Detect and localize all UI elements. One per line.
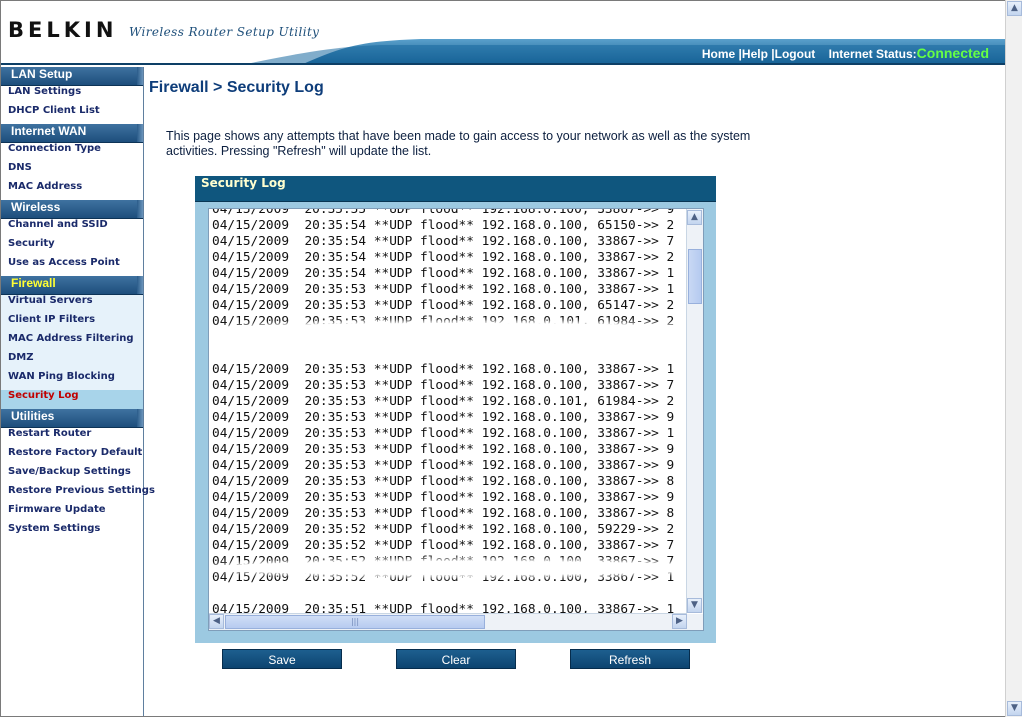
sidebar-item-dmz[interactable]: DMZ <box>1 352 143 371</box>
sidebar-item-client-ip-filters[interactable]: Client IP Filters <box>1 314 143 333</box>
grip-icon: ||| <box>350 617 360 626</box>
vertical-scroll-thumb[interactable] <box>688 249 702 304</box>
sidebar-item-connection-type[interactable]: Connection Type <box>1 143 143 162</box>
window-scroll-down-icon[interactable]: ▼ <box>1007 701 1022 716</box>
header-links: Home |Help |Logout Internet Status:Conne… <box>702 45 989 61</box>
sidebar-item-wan-ping-blocking[interactable]: WAN Ping Blocking <box>1 371 143 390</box>
scroll-up-arrow-icon[interactable]: ▲ <box>687 210 702 225</box>
log-line: 04/15/2009 20:35:54 **UDP flood** 192.16… <box>212 250 675 265</box>
sidebar-section-utilities[interactable]: Utilities <box>1 409 143 428</box>
security-log-panel: Security Log 04/15/2009 20:35:55 **UDP f… <box>195 176 716 643</box>
log-line: 04/15/2009 20:35:53 **UDP flood** 192.16… <box>212 442 675 457</box>
window-scrollbar[interactable]: ▲ ▼ <box>1005 0 1022 717</box>
link-separator: | <box>767 47 775 61</box>
log-line: 04/15/2009 20:35:55 **UDP flood** 192.16… <box>212 208 675 217</box>
sidebar-item-mac-address-filtering[interactable]: MAC Address Filtering <box>1 333 143 352</box>
refresh-button[interactable]: Refresh <box>570 649 690 669</box>
sidebar-item-access-point[interactable]: Use as Access Point <box>1 257 143 276</box>
sidebar-item-save-backup-settings[interactable]: Save/Backup Settings <box>1 466 143 485</box>
sidebar-item-lan-settings[interactable]: LAN Settings <box>1 86 143 105</box>
log-line: 04/15/2009 20:35:53 **UDP flood** 192.16… <box>212 490 675 505</box>
torn-edge <box>209 323 703 337</box>
sidebar-nav: LAN Setup LAN Settings DHCP Client List … <box>1 67 155 716</box>
log-line: 04/15/2009 20:35:53 **UDP flood** 192.16… <box>212 378 675 393</box>
log-line: 04/15/2009 20:35:53 **UDP flood** 192.16… <box>212 298 675 313</box>
log-line: 04/15/2009 20:35:53 **UDP flood** 192.16… <box>212 458 675 473</box>
clear-button[interactable]: Clear <box>396 649 516 669</box>
log-line: 04/15/2009 20:35:53 **UDP flood** 192.16… <box>212 362 675 377</box>
scrollbar-corner <box>687 614 703 630</box>
sidebar-item-restart-router[interactable]: Restart Router <box>1 428 143 447</box>
log-line: 04/15/2009 20:35:54 **UDP flood** 192.16… <box>212 266 675 281</box>
sidebar-item-restore-previous-settings[interactable]: Restore Previous Settings <box>1 485 155 504</box>
vertical-scrollbar[interactable]: ▲ ▼ <box>686 209 703 613</box>
sidebar-section-wireless[interactable]: Wireless <box>1 200 143 219</box>
log-line: 04/15/2009 20:35:53 **UDP flood** 192.16… <box>212 474 675 489</box>
help-link[interactable]: Help <box>742 47 768 61</box>
log-line: 04/15/2009 20:35:53 **UDP flood** 192.16… <box>212 506 675 521</box>
log-line: 04/15/2009 20:35:53 **UDP flood** 192.16… <box>212 282 675 297</box>
home-link[interactable]: Home <box>702 47 735 61</box>
sidebar-item-mac-address[interactable]: MAC Address <box>1 181 143 200</box>
save-button[interactable]: Save <box>222 649 342 669</box>
header-tagline: Wireless Router Setup Utility <box>129 25 320 39</box>
logout-link[interactable]: Logout <box>775 47 816 61</box>
log-line: 04/15/2009 20:35:53 **UDP flood** 192.16… <box>212 426 675 441</box>
log-line: 04/15/2009 20:35:54 **UDP flood** 192.16… <box>212 218 675 233</box>
sidebar-item-dns[interactable]: DNS <box>1 162 143 181</box>
internet-status-label: Internet Status: <box>828 47 917 61</box>
window-scroll-up-icon[interactable]: ▲ <box>1007 1 1022 16</box>
scroll-left-arrow-icon[interactable]: ◀ <box>209 614 224 629</box>
scroll-right-arrow-icon[interactable]: ▶ <box>672 614 687 629</box>
router-setup-page: BELKIN Wireless Router Setup Utility Hom… <box>0 0 1006 717</box>
sidebar-item-system-settings[interactable]: System Settings <box>1 523 143 542</box>
scroll-down-arrow-icon[interactable]: ▼ <box>687 598 702 613</box>
sidebar-item-virtual-servers[interactable]: Virtual Servers <box>1 295 143 314</box>
page-description: This page shows any attempts that have b… <box>166 129 751 158</box>
log-line: 04/15/2009 20:35:53 **UDP flood** 192.16… <box>212 410 675 425</box>
firewall-submenu: Virtual Servers Client IP Filters MAC Ad… <box>1 295 143 409</box>
sidebar-item-security[interactable]: Security <box>1 238 143 257</box>
panel-title: Security Log <box>195 176 716 202</box>
horizontal-scroll-thumb[interactable]: ||| <box>225 615 485 629</box>
horizontal-scrollbar[interactable]: ◀ ||| ▶ <box>209 613 687 630</box>
sidebar-item-security-log[interactable]: Security Log <box>1 390 143 409</box>
sidebar-section-firewall[interactable]: Firewall <box>1 276 143 295</box>
page-title: Firewall > Security Log <box>149 79 324 96</box>
sidebar-item-firmware-update[interactable]: Firmware Update <box>1 504 143 523</box>
sidebar-item-restore-factory-default[interactable]: Restore Factory Default <box>1 447 143 466</box>
sidebar-item-channel-ssid[interactable]: Channel and SSID <box>1 219 143 238</box>
link-separator: | <box>735 47 742 61</box>
log-line: 04/15/2009 20:35:52 **UDP flood** 192.16… <box>212 522 675 537</box>
sidebar-section-internet-wan[interactable]: Internet WAN <box>1 124 143 143</box>
security-log-textarea[interactable]: 04/15/2009 20:35:55 **UDP flood** 192.16… <box>208 208 704 631</box>
sidebar-section-lan-setup[interactable]: LAN Setup <box>1 67 143 86</box>
internet-status-value: Connected <box>916 45 989 61</box>
sidebar-item-dhcp-client-list[interactable]: DHCP Client List <box>1 105 143 124</box>
log-line: 04/15/2009 20:35:54 **UDP flood** 192.16… <box>212 234 675 249</box>
torn-edge <box>209 561 703 575</box>
log-line: 04/15/2009 20:35:52 **UDP flood** 192.16… <box>212 538 675 553</box>
log-line: 04/15/2009 20:35:53 **UDP flood** 192.16… <box>212 394 675 409</box>
